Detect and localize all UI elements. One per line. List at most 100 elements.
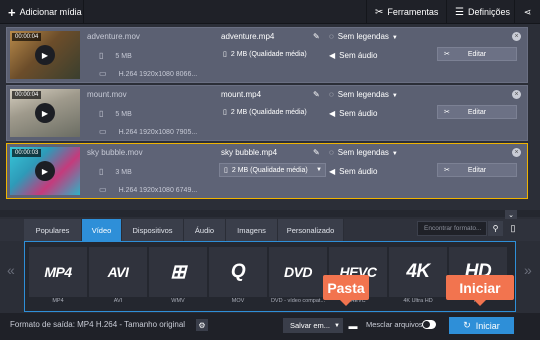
chevron-down-icon: ▼ xyxy=(334,322,340,329)
remove-file-close-icon[interactable]: × xyxy=(512,90,521,99)
tools-label: Ferramentas xyxy=(387,7,439,17)
play-icon[interactable]: ▶ xyxy=(35,161,55,181)
chevron-down-icon: ▼ xyxy=(391,35,398,41)
refresh-icon: ↻ xyxy=(463,320,471,330)
speech-bubble-icon: ◌ xyxy=(329,90,334,99)
quicktime-logo-icon: Q xyxy=(230,261,246,282)
play-icon[interactable]: ▶ xyxy=(35,103,55,123)
share-icon: ⋖ xyxy=(523,6,532,17)
rename-pencil-icon[interactable]: ✎ xyxy=(313,90,320,99)
gear-icon[interactable]: ⚙ xyxy=(196,319,208,331)
format-tile-4k[interactable]: 4K xyxy=(389,247,447,297)
video-thumbnail[interactable]: 00:00:04 ▶ xyxy=(10,31,80,79)
output-filename[interactable]: adventure.mp4 xyxy=(221,32,274,41)
scissors-icon: ✂ xyxy=(444,51,450,58)
scroll-right-chevron-icon[interactable]: » xyxy=(524,262,532,278)
video-thumbnail[interactable]: 00:00:04 ▶ xyxy=(10,89,80,137)
chevron-down-icon: ▼ xyxy=(391,93,398,99)
collapse-chevron-icon[interactable]: ⌄ xyxy=(505,210,517,219)
scroll-left-chevron-icon[interactable]: « xyxy=(7,262,15,278)
audio-dropdown[interactable]: ◀ Sem áudio xyxy=(329,109,377,118)
add-media-label: Adicionar mídia xyxy=(19,7,82,17)
source-codec: ▭ H.264 1920x1080 8066... xyxy=(99,69,198,78)
format-label: 4K Ultra HD xyxy=(403,298,433,304)
merge-files-toggle[interactable] xyxy=(422,320,436,329)
format-tile-avi[interactable]: AVI xyxy=(89,247,147,297)
file-list: 00:00:04 ▶ adventure.mov ▯ 5 MB ▭ H.264 19… xyxy=(0,24,540,210)
file-row[interactable]: 00:00:04 ▶ mount.mov ▯ 5 MB ▭ H.264 1920x1… xyxy=(6,85,528,141)
device-detect-icon[interactable]: ▯ xyxy=(506,221,520,236)
output-size-dropdown[interactable]: ▯ 2 MB (Qualidade média) ▼ xyxy=(219,163,326,177)
add-media-button[interactable]: + Adicionar mídia xyxy=(0,0,84,24)
format-tiles: MP4 MP4 AVI AVI ⊞ WMV Q MOV DVD DVD - ví… xyxy=(24,241,516,312)
output-filename[interactable]: sky bubble.mp4 xyxy=(221,148,277,157)
file-icon: ▯ xyxy=(99,167,104,176)
avi-logo-icon: AVI xyxy=(107,264,129,280)
file-icon: ▯ xyxy=(99,109,104,118)
scissors-icon: ✂ xyxy=(444,109,450,116)
format-label: WMV xyxy=(171,298,185,304)
video-thumbnail[interactable]: 00:00:03 ▶ xyxy=(10,147,80,195)
film-icon: ▭ xyxy=(99,185,107,194)
tools-button[interactable]: ✂ Ferramentas xyxy=(366,0,446,24)
subtitles-dropdown[interactable]: ◌ Sem legendas ▼ xyxy=(329,32,398,41)
rename-pencil-icon[interactable]: ✎ xyxy=(313,148,320,157)
edit-button[interactable]: ✂ Editar xyxy=(437,163,517,177)
format-label: MP4 xyxy=(52,298,64,304)
windows-logo-icon: ⊞ xyxy=(170,261,186,283)
audio-dropdown[interactable]: ◀ Sem áudio xyxy=(329,51,377,60)
tab-audio[interactable]: Áudio xyxy=(184,219,226,241)
format-label: DVD - vídeo compat... xyxy=(270,298,326,304)
tab-populares[interactable]: Populares xyxy=(24,219,82,241)
audio-dropdown[interactable]: ◀ Sem áudio xyxy=(329,167,377,176)
tab-personalizado[interactable]: Personalizado xyxy=(278,219,344,241)
rename-pencil-icon[interactable]: ✎ xyxy=(313,32,320,41)
file-icon: ▯ xyxy=(224,167,228,174)
folder-icon[interactable]: ▬ xyxy=(346,318,360,333)
output-size[interactable]: ▯ 2 MB (Qualidade média) xyxy=(219,105,326,119)
film-icon: ▭ xyxy=(99,69,107,78)
file-row[interactable]: 00:00:04 ▶ adventure.mov ▯ 5 MB ▭ H.264 19… xyxy=(6,27,528,83)
share-button[interactable]: ⋖ xyxy=(514,0,540,24)
output-size[interactable]: ▯ 2 MB (Qualidade média) xyxy=(219,47,326,61)
tab-imagens[interactable]: Imagens xyxy=(226,219,278,241)
duration-badge: 00:00:04 xyxy=(12,91,42,99)
film-icon: ▭ xyxy=(99,127,107,136)
4k-logo-icon: 4K xyxy=(406,261,430,282)
format-tile-wmv[interactable]: ⊞ xyxy=(149,247,207,297)
play-icon[interactable]: ▶ xyxy=(35,45,55,65)
subtitles-dropdown[interactable]: ◌ Sem legendas ▼ xyxy=(329,148,398,157)
speech-bubble-icon: ◌ xyxy=(329,148,334,157)
remove-file-close-icon[interactable]: × xyxy=(512,148,521,157)
remove-file-close-icon[interactable]: × xyxy=(512,32,521,41)
format-search-input[interactable]: Encontrar formato... xyxy=(417,221,487,236)
format-tile-mov[interactable]: Q xyxy=(209,247,267,297)
edit-button[interactable]: ✂ Editar xyxy=(437,47,517,61)
output-filename[interactable]: mount.mp4 xyxy=(221,90,261,99)
convert-button[interactable]: ↻ Iniciar xyxy=(449,317,514,334)
callout-folder: Pasta xyxy=(323,275,369,306)
settings-button[interactable]: ☰ Definições xyxy=(446,0,518,24)
edit-button[interactable]: ✂ Editar xyxy=(437,105,517,119)
output-format-text: Formato de saída: MP4 H.264 - Tamanho or… xyxy=(10,320,186,329)
tab-dispositivos[interactable]: Dispositivos xyxy=(122,219,184,241)
save-to-dropdown[interactable]: Salvar em... ▼ xyxy=(283,318,343,333)
menu-icon: ☰ xyxy=(455,6,464,18)
chevron-down-icon: ▼ xyxy=(391,151,398,157)
source-filename: mount.mov xyxy=(87,90,127,99)
source-codec: ▭ H.264 1920x1080 7905... xyxy=(99,127,198,136)
panel-splitter[interactable] xyxy=(0,210,540,217)
scissors-icon: ✂ xyxy=(444,167,450,174)
file-row-selected[interactable]: 00:00:03 ▶ sky bubble.mov ▯ 3 MB ▭ H.264 1… xyxy=(6,143,528,199)
format-label: MOV xyxy=(231,298,245,304)
source-size: ▯ 5 MB xyxy=(99,109,132,118)
wrench-icon: ✂ xyxy=(375,6,384,18)
format-tile-mp4[interactable]: MP4 xyxy=(29,247,87,297)
subtitles-dropdown[interactable]: ◌ Sem legendas ▼ xyxy=(329,90,398,99)
duration-badge: 00:00:03 xyxy=(12,149,42,157)
speaker-icon: ◀ xyxy=(329,167,336,176)
merge-files-label: Mesclar arquivos xyxy=(366,320,423,329)
tab-video[interactable]: Vídeo xyxy=(82,219,122,241)
format-tile-dvd[interactable]: DVD xyxy=(269,247,327,297)
search-icon[interactable]: ⚲ xyxy=(488,221,503,236)
